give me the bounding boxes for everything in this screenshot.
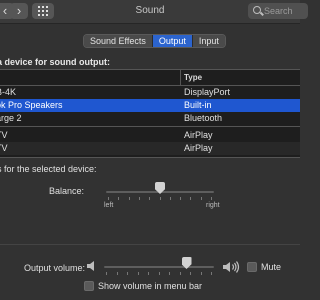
slider-tick [160, 197, 161, 200]
slider-tick [108, 197, 109, 200]
mute-checkbox[interactable] [247, 262, 257, 272]
device-name: B-4K [0, 87, 17, 97]
device-row-selected[interactable]: ok Pro Speakers Built-in [0, 99, 300, 112]
device-row[interactable]: arge 2 Bluetooth [0, 112, 300, 125]
chevron-left-icon: ‹ [2, 3, 8, 18]
slider-tick [106, 272, 107, 275]
device-settings-label: s for the selected device: [0, 164, 97, 174]
tab-sound-effects[interactable]: Sound Effects [84, 35, 152, 47]
window-title: Sound [135, 5, 165, 16]
device-type: Built-in [184, 100, 212, 110]
slider-tick [201, 272, 202, 275]
output-device-prompt: a device for sound output: [0, 57, 111, 67]
device-name: TV [0, 143, 8, 153]
slider-tick [139, 197, 140, 200]
slider-tick [118, 197, 119, 200]
volume-slider-track[interactable] [104, 266, 214, 268]
volume-divider [0, 244, 300, 245]
slider-tick [117, 272, 118, 275]
device-type: AirPlay [184, 143, 213, 153]
search-placeholder: Search [264, 6, 293, 16]
slider-tick [148, 272, 149, 275]
search-icon [253, 6, 261, 14]
balance-right-label: right [206, 202, 220, 209]
device-row[interactable]: B-4K DisplayPort [0, 86, 300, 99]
type-column-header[interactable]: Type [184, 70, 202, 85]
tab-input[interactable]: Input [191, 35, 225, 47]
slider-tick [201, 197, 202, 200]
show-volume-in-menu-bar-label: Show volume in menu bar [98, 281, 203, 291]
device-row[interactable]: TV AirPlay [0, 142, 300, 155]
device-type: AirPlay [184, 130, 213, 140]
speaker-low-icon [87, 261, 94, 271]
show-volume-in-menu-bar-checkbox[interactable] [84, 281, 94, 291]
slider-tick [138, 272, 139, 275]
slider-tick [149, 197, 150, 200]
slider-tick [169, 272, 170, 275]
output-device-table: Type B-4K DisplayPort ok Pro Speakers Bu… [0, 69, 300, 158]
tab-bar: Sound Effects Output Input [83, 34, 226, 48]
slider-tick [180, 197, 181, 200]
column-separator [180, 70, 181, 85]
slider-tick [127, 272, 128, 275]
slider-tick [190, 272, 191, 275]
slider-tick [170, 197, 171, 200]
balance-label: Balance: [49, 186, 85, 196]
device-row[interactable]: TV AirPlay [0, 129, 300, 142]
balance-left-label: left [104, 202, 114, 209]
output-volume-label: Output volume: [24, 263, 86, 273]
balance-ticks [108, 197, 212, 200]
tab-output[interactable]: Output [151, 35, 192, 47]
device-type: DisplayPort [184, 87, 231, 97]
slider-tick [159, 272, 160, 275]
device-name: arge 2 [0, 113, 22, 123]
chevron-right-icon: › [16, 3, 22, 18]
mute-label: Mute [261, 262, 282, 272]
slider-tick [211, 272, 212, 275]
device-name: TV [0, 130, 8, 140]
device-type: Bluetooth [184, 113, 223, 123]
show-all-button[interactable] [32, 3, 54, 19]
volume-ticks [106, 272, 212, 275]
search-field[interactable]: Search [248, 3, 308, 19]
device-name: ok Pro Speakers [0, 100, 63, 110]
slider-tick [180, 272, 181, 275]
speaker-high-icon [223, 261, 240, 273]
device-group-separator [0, 126, 300, 127]
slider-tick [129, 197, 130, 200]
slider-tick [190, 197, 191, 200]
slider-tick [211, 197, 212, 200]
title-bar: ‹ › Sound Search [0, 0, 308, 24]
forward-button[interactable]: › [10, 3, 28, 19]
